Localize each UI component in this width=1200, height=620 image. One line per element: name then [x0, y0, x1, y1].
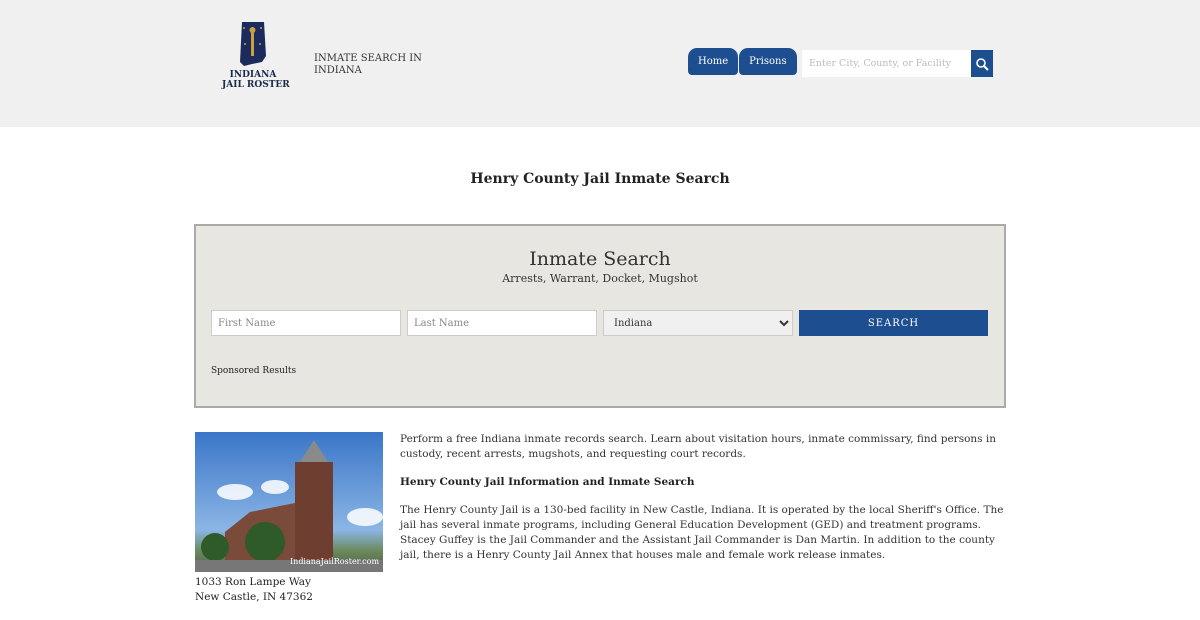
address-line-2: New Castle, IN 47362	[195, 591, 313, 603]
logo-text: INDIANA JAIL ROSTER	[222, 70, 290, 90]
logo-line-1: INDIANA	[229, 70, 277, 80]
nav-prisons[interactable]: Prisons	[739, 48, 797, 75]
logo-line-2: JAIL ROSTER	[222, 80, 290, 90]
last-name-input[interactable]	[407, 310, 597, 336]
nav-home[interactable]: Home	[688, 48, 739, 75]
panel-title: Inmate Search	[529, 248, 671, 270]
site-logo[interactable]: INDIANA JAIL ROSTER	[222, 20, 290, 90]
courthouse-photo: IndianaJailRoster.com	[195, 432, 383, 572]
main-nav: Home Prisons	[688, 48, 798, 75]
page-title: Henry County Jail Inmate Search	[470, 171, 730, 187]
intro-paragraph: Perform a free Indiana inmate records se…	[400, 433, 997, 460]
state-select[interactable]: Indiana	[603, 310, 793, 336]
site-search-button[interactable]	[971, 50, 993, 77]
site-header: INDIANA JAIL ROSTER INMATE SEARCH IN INDI…	[0, 0, 1200, 127]
site-search	[802, 50, 993, 77]
first-name-input[interactable]	[211, 310, 401, 336]
photo-watermark: IndianaJailRoster.com	[290, 557, 379, 566]
search-icon	[976, 57, 989, 71]
facility-address: 1033 Ron Lampe Way New Castle, IN 47362	[195, 575, 313, 605]
panel-subtitle: Arrests, Warrant, Docket, Mugshot	[502, 272, 698, 285]
site-tagline: INMATE SEARCH IN INDIANA	[314, 53, 422, 76]
address-line-1: 1033 Ron Lampe Way	[195, 576, 311, 588]
site-search-input[interactable]	[802, 50, 971, 77]
body-paragraph: The Henry County Jail is a 130-bed facil…	[400, 504, 1004, 561]
indiana-map-icon	[240, 22, 266, 66]
sponsored-results-label: Sponsored Results	[211, 366, 297, 376]
section-heading: Henry County Jail Information and Inmate…	[400, 476, 695, 488]
facility-description: Perform a free Indiana inmate records se…	[400, 432, 1008, 576]
inmate-search-form: Indiana SEARCH	[211, 310, 988, 336]
inmate-search-button[interactable]: SEARCH	[799, 310, 988, 336]
inmate-search-panel: Inmate Search Arrests, Warrant, Docket, …	[194, 224, 1006, 408]
